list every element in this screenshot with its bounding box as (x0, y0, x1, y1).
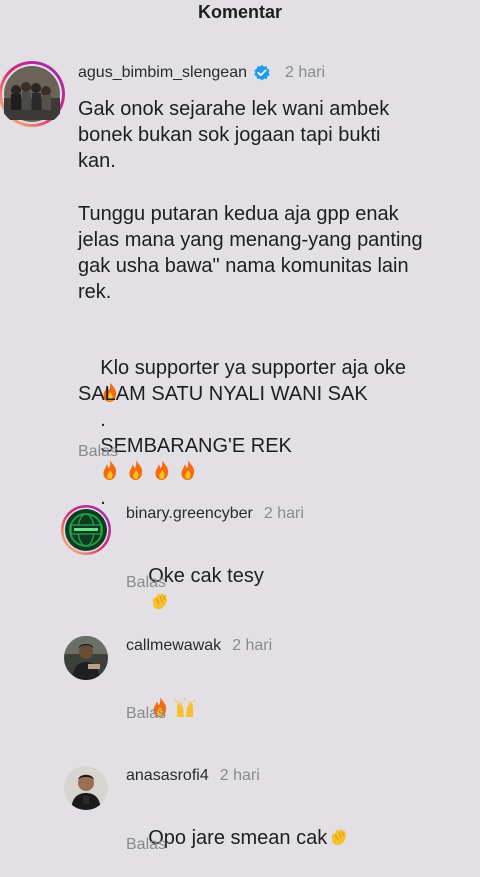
green-cyber-logo-avatar-icon (61, 505, 111, 555)
commenter-username[interactable]: agus_bimbim_slengean (78, 64, 247, 82)
fire-icon (178, 459, 198, 481)
person-photo-avatar-icon (64, 636, 108, 680)
fire-icon (126, 459, 146, 481)
reply-meta: callmewawak 2 hari (126, 637, 272, 655)
reply-text: Opo jare smean cak (148, 827, 328, 849)
person-photo-avatar-icon (64, 766, 108, 810)
reply-avatar[interactable] (64, 636, 108, 680)
fire-icon (100, 459, 120, 481)
commenter-avatar[interactable] (0, 60, 66, 128)
clapping-hands-icon (148, 590, 170, 612)
raising-hands-icon (174, 697, 196, 719)
comment-paragraph-4-line-1: SALAM SATU NYALI WANI SAK (78, 383, 368, 405)
period-mark: . (100, 487, 106, 509)
reply-username[interactable]: callmewawak (126, 637, 221, 655)
reply-button[interactable]: Balas (126, 705, 166, 723)
reply-time: 2 hari (232, 637, 273, 654)
reply-meta: binary.greencyber 2 hari (126, 505, 304, 523)
fire-icon (152, 459, 172, 481)
reply-avatar[interactable] (60, 504, 112, 556)
comment-paragraph-1: Gak onok sejarahe lek wani ambek bonek b… (78, 98, 390, 172)
group-photo-avatar-icon (0, 61, 65, 127)
comment-paragraph-2: Tunggu putaran kedua aja gpp enak jelas … (78, 203, 423, 303)
reply-avatar[interactable] (64, 766, 108, 810)
reply-meta: anasasrofi4 2 hari (126, 767, 260, 785)
comments-header: Komentar (0, 0, 480, 26)
reply-time: 2 hari (219, 767, 260, 784)
reply-username[interactable]: binary.greencyber (126, 505, 253, 523)
comment-time: 2 hari (285, 64, 326, 81)
reply-button[interactable]: Balas (78, 443, 118, 461)
reply-button[interactable]: Balas (126, 574, 166, 592)
verified-badge-icon (253, 64, 271, 82)
clapping-hands-icon (327, 826, 349, 848)
comment-paragraph-4-line-2-text: SEMBARANG'E REK (100, 435, 292, 457)
comment-paragraph-3-text: Klo supporter ya supporter aja oke (100, 357, 406, 379)
page-title: Komentar (197, 2, 282, 22)
reply-time: 2 hari (263, 505, 304, 522)
reply-button[interactable]: Balas (126, 836, 166, 854)
comment-meta: agus_bimbim_slengean 2 hari (78, 64, 325, 82)
reply-username[interactable]: anasasrofi4 (126, 767, 209, 785)
